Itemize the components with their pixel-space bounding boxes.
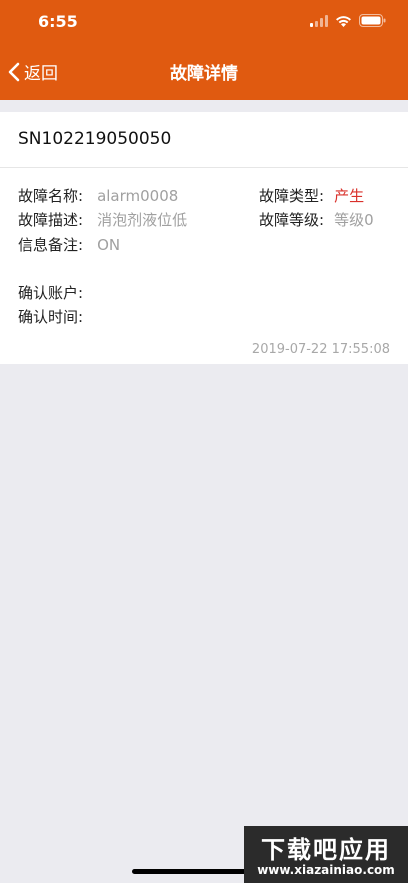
note-row: 信息备注: ON: [18, 234, 120, 255]
signal-icon: [310, 14, 328, 27]
status-bar: 6:55: [0, 0, 408, 44]
fault-desc-label: 故障描述:: [18, 211, 84, 229]
record-timestamp: 2019-07-22 17:55:08: [251, 342, 390, 357]
header: 6:55 返回 故障详情: [0, 0, 408, 100]
fault-type-row: 故障类型: 产生: [259, 185, 364, 206]
confirm-account-label: 确认账户:: [18, 284, 84, 302]
watermark: 下载吧应用 www.xiazainiao.com: [244, 826, 408, 883]
fault-desc-row: 故障描述: 消泡剂液位低: [18, 209, 187, 230]
battery-icon: [359, 14, 386, 27]
note-label: 信息备注:: [18, 236, 84, 254]
nav-bar: 返回 故障详情: [0, 44, 408, 100]
fault-level-value: 等级0: [334, 211, 374, 229]
divider: [0, 167, 408, 168]
fault-name-row: 故障名称: alarm0008: [18, 185, 178, 206]
confirm-time-row: 确认时间:: [18, 306, 83, 327]
fault-type-value: 产生: [334, 187, 365, 205]
fault-name-value: alarm0008: [97, 187, 179, 205]
fault-level-row: 故障等级: 等级0: [259, 209, 374, 230]
note-value: ON: [97, 236, 121, 254]
status-time: 6:55: [38, 12, 78, 31]
fault-level-label: 故障等级:: [259, 211, 325, 229]
status-icons: [310, 14, 386, 27]
watermark-url: www.xiazainiao.com: [257, 863, 395, 877]
page-title: 故障详情: [170, 64, 238, 84]
confirm-account-row: 确认账户:: [18, 282, 83, 303]
watermark-title: 下载吧应用: [261, 836, 391, 864]
fault-name-label: 故障名称:: [18, 187, 84, 205]
wifi-icon: [336, 15, 351, 27]
serial-number: SN102219050050: [18, 129, 172, 149]
confirm-time-label: 确认时间:: [18, 308, 84, 326]
fault-detail-card: SN102219050050 故障名称: alarm0008 故障类型: 产生 故障…: [0, 112, 408, 364]
fault-desc-value: 消泡剂液位低: [97, 211, 188, 229]
fault-type-label: 故障类型:: [259, 187, 325, 205]
